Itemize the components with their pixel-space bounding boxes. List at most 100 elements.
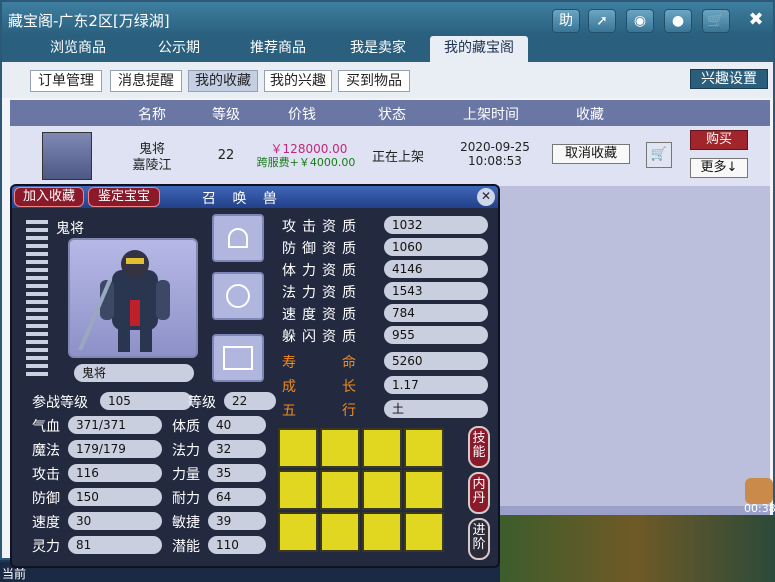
apt-label-hp: 体力资质 bbox=[282, 263, 362, 279]
tab-my-cbg[interactable]: 我的藏宝阁 bbox=[430, 36, 528, 62]
subnav-orders[interactable]: 订单管理 bbox=[30, 70, 102, 92]
attr-value-spd: 30 bbox=[68, 512, 162, 530]
table-row: 鬼将 嘉陵江 22 ￥128000.00 跨服费+￥4000.00 正在上架 2… bbox=[10, 126, 770, 186]
table-header: 名称 等级 价钱 状态 上架时间 收藏 bbox=[10, 100, 770, 126]
attr2-value-end: 64 bbox=[208, 488, 266, 506]
cart-button[interactable]: 🛒 bbox=[702, 9, 730, 33]
subnav-interests[interactable]: 我的兴趣 bbox=[264, 70, 332, 92]
attr-value-hp: 371/371 bbox=[68, 416, 162, 434]
equip-slot-collar[interactable] bbox=[212, 272, 264, 320]
hourglass-skill-icon[interactable] bbox=[320, 428, 360, 468]
cart-icon: 🛒 bbox=[650, 147, 668, 162]
stop-icon: ◉ bbox=[633, 13, 647, 29]
skills-tab-button[interactable]: 技能 bbox=[468, 426, 490, 468]
tab-recommend[interactable]: 推荐商品 bbox=[234, 36, 322, 62]
apt-value-dodge: 955 bbox=[384, 326, 488, 344]
close-icon: ✖ bbox=[748, 9, 764, 30]
row-fee: 跨服费+￥4000.00 bbox=[256, 156, 356, 169]
lightning-skill-icon[interactable] bbox=[278, 470, 318, 510]
help-label: 助 bbox=[559, 13, 573, 29]
attr-value-spi: 81 bbox=[68, 536, 162, 554]
mask-skill-icon[interactable] bbox=[362, 428, 402, 468]
attr-label-def: 防御 bbox=[32, 491, 60, 507]
attr-label-hp: 气血 bbox=[32, 419, 60, 435]
unfavorite-button[interactable]: 取消收藏 bbox=[552, 144, 630, 164]
pet-detail-popup: 加入收藏 鉴定宝宝 召 唤 兽 ✕ 鬼将 鬼将 参战等级 105 等级 22 气… bbox=[10, 184, 500, 568]
buy-button[interactable]: 购买 bbox=[690, 130, 748, 150]
hood-skill-icon[interactable] bbox=[320, 470, 360, 510]
attr-value-mp: 179/179 bbox=[68, 440, 162, 458]
pet-figure-icon bbox=[78, 250, 170, 352]
window-title: 藏宝阁-广东2区[万绿湖] bbox=[8, 12, 170, 30]
chat-button[interactable]: ● bbox=[664, 9, 692, 33]
level-label: 等级 bbox=[188, 395, 216, 411]
subnav-bought[interactable]: 买到物品 bbox=[338, 70, 410, 92]
pet-name-field: 鬼将 bbox=[74, 364, 194, 382]
helmet-icon bbox=[228, 228, 248, 248]
attr-label-atk: 攻击 bbox=[32, 467, 60, 483]
pet-portrait bbox=[68, 238, 198, 358]
inner-pill-tab-button[interactable]: 内丹 bbox=[468, 472, 490, 514]
special-label-life: 寿 命 bbox=[282, 355, 362, 371]
pet-thumbnail[interactable] bbox=[42, 132, 92, 180]
attr-label-mp: 魔法 bbox=[32, 443, 60, 459]
corner-character-icon[interactable] bbox=[745, 478, 773, 504]
title-bar: 藏宝阁-广东2区[万绿湖] 助 ➚ ◉ ● 🛒 ✖ bbox=[2, 2, 773, 36]
game-scene-background bbox=[495, 515, 775, 582]
apt-label-mag: 法力资质 bbox=[282, 285, 362, 301]
attr-value-def: 150 bbox=[68, 488, 162, 506]
attr2-label-str: 力量 bbox=[172, 467, 200, 483]
attr2-value-agi: 39 bbox=[208, 512, 266, 530]
skill-grid bbox=[274, 428, 446, 556]
col-price: 价钱 bbox=[288, 107, 316, 123]
appraise-button[interactable]: 鉴定宝宝 bbox=[88, 187, 160, 207]
sun-skill-icon[interactable] bbox=[278, 428, 318, 468]
popup-close-button[interactable]: ✕ bbox=[477, 188, 495, 206]
close-icon: ✕ bbox=[480, 189, 492, 203]
close-button[interactable]: ✖ bbox=[742, 9, 770, 33]
subnav-messages[interactable]: 消息提醒 bbox=[110, 70, 182, 92]
row-status: 正在上架 bbox=[371, 150, 424, 165]
sun-skill-icon[interactable] bbox=[278, 512, 318, 552]
share-button[interactable]: ➚ bbox=[588, 9, 616, 33]
level-value: 22 bbox=[224, 392, 276, 410]
special-value-element: 土 bbox=[384, 400, 488, 418]
apt-value-hp: 4146 bbox=[384, 260, 488, 278]
battle-level-label: 参战等级 bbox=[32, 395, 88, 411]
equip-slot-helmet[interactable] bbox=[212, 214, 264, 262]
more-button[interactable]: 更多↓ bbox=[690, 158, 748, 178]
apt-label-dodge: 躲闪资质 bbox=[282, 329, 362, 345]
attr2-value-con: 40 bbox=[208, 416, 266, 434]
tab-public[interactable]: 公示期 bbox=[136, 36, 222, 62]
attr2-label-agi: 敏捷 bbox=[172, 515, 200, 531]
subnav-favorites[interactable]: 我的收藏 bbox=[188, 70, 258, 92]
help-button[interactable]: 助 bbox=[552, 9, 580, 33]
apt-label-atk: 攻击资质 bbox=[282, 219, 362, 235]
add-favorite-button[interactable]: 加入收藏 bbox=[14, 187, 84, 207]
special-value-growth: 1.17 bbox=[384, 376, 488, 394]
share-icon: ➚ bbox=[596, 13, 608, 29]
apt-value-mag: 1543 bbox=[384, 282, 488, 300]
stop-button[interactable]: ◉ bbox=[626, 9, 654, 33]
cart-add-button[interactable]: 🛒 bbox=[646, 142, 672, 168]
skeleton-skill-icon[interactable] bbox=[362, 512, 402, 552]
question-skill-icon[interactable] bbox=[362, 470, 402, 510]
dots-skill-icon[interactable] bbox=[404, 428, 444, 468]
corner-time: 00:38 bbox=[744, 502, 775, 515]
tab-seller[interactable]: 我是卖家 bbox=[332, 36, 424, 62]
apt-label-def: 防御资质 bbox=[282, 241, 362, 257]
attr2-label-pot: 潜能 bbox=[172, 539, 200, 555]
apt-label-spd: 速度资质 bbox=[282, 307, 362, 323]
equip-slot-armor[interactable] bbox=[212, 334, 264, 382]
special-label-growth: 成 长 bbox=[282, 379, 362, 395]
tab-browse[interactable]: 浏览商品 bbox=[32, 36, 124, 62]
col-status: 状态 bbox=[378, 107, 406, 123]
heart-skill-icon[interactable] bbox=[404, 470, 444, 510]
rune-skill-icon[interactable] bbox=[404, 512, 444, 552]
gear-skill-icon[interactable] bbox=[320, 512, 360, 552]
interest-settings-button[interactable]: 兴趣设置 bbox=[690, 69, 768, 89]
apt-value-spd: 784 bbox=[384, 304, 488, 322]
advance-tab-button[interactable]: 进阶 bbox=[468, 518, 490, 560]
popup-title: 召 唤 兽 bbox=[202, 191, 283, 207]
attr2-value-mag: 32 bbox=[208, 440, 266, 458]
